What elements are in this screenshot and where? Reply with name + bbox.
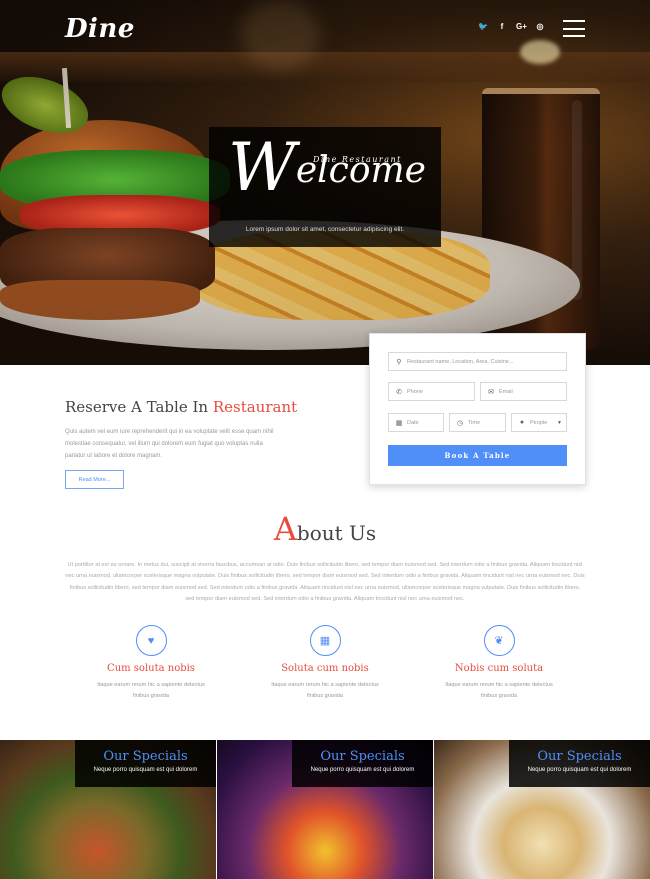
read-more-button[interactable]: Read More... <box>65 470 124 489</box>
about-heading-rest: bout Us <box>296 521 377 545</box>
phone-field[interactable]: ✆ Phone <box>388 382 475 401</box>
reserve-text: Quis autem vel eum iure reprehenderit qu… <box>65 429 274 459</box>
clock-icon: ◷ <box>456 419 464 427</box>
welcome-tagline: Lorem ipsum dolor sit amet, consectetur … <box>245 226 405 233</box>
social-links: 🐦 f G+ ◎ <box>478 22 545 31</box>
about-text: Ut porttitor at est eu ornare. In metus … <box>65 562 585 603</box>
welcome-subtitle: Dine Restaurant <box>313 155 402 164</box>
special-card[interactable]: Our Specials Neque porro quisquam est qu… <box>434 740 650 879</box>
facebook-icon[interactable]: f <box>497 22 507 31</box>
special-title: Our Specials <box>320 749 405 764</box>
special-card[interactable]: Our Specials Neque porro quisquam est qu… <box>217 740 433 879</box>
calendar-icon: ▦ <box>309 625 341 656</box>
email-field[interactable]: ✉ Email <box>480 382 567 401</box>
menu-line <box>563 35 585 37</box>
people-placeholder: People <box>530 419 548 426</box>
feature-text: Itaque earum rerum hic a sapiente delect… <box>271 682 379 699</box>
location-pin-icon: ⚲ <box>396 358 402 366</box>
booking-form: ⚲ Restaurant name, Location, Area, Cuisi… <box>369 333 586 485</box>
search-placeholder: Restaurant name, Location, Area, Cuisine… <box>407 358 514 365</box>
feature-text: Itaque earum rerum hic a sapiente delect… <box>445 682 553 699</box>
twitter-icon[interactable]: 🐦 <box>478 22 488 31</box>
reserve-heading-highlight: Restaurant <box>212 398 298 416</box>
reserve-heading: Reserve A Table In Restaurant <box>65 398 297 416</box>
special-text: Neque porro quisquam est qui dolorem <box>527 767 632 773</box>
phone-icon: ✆ <box>396 388 402 396</box>
menu-line <box>563 27 585 30</box>
calendar-icon: ▦ <box>395 419 403 427</box>
feature-item: ❦ Nobis cum soluta Itaque earum rerum hi… <box>424 625 574 702</box>
time-placeholder: Time <box>468 419 481 426</box>
about-heading-cap: A <box>273 510 297 548</box>
google-plus-icon[interactable]: G+ <box>516 22 527 31</box>
search-input[interactable]: ⚲ Restaurant name, Location, Area, Cuisi… <box>388 352 567 371</box>
dribbble-icon[interactable]: ◎ <box>535 22 545 31</box>
special-caption: Our Specials Neque porro quisquam est qu… <box>292 740 433 787</box>
feature-item: ♥ Cum soluta nobis Itaque earum rerum hi… <box>76 625 226 702</box>
feature-item: ▦ Soluta cum nobis Itaque earum rerum hi… <box>250 625 400 702</box>
people-select[interactable]: ● People ▼ <box>511 413 567 432</box>
about-heading: About Us <box>0 510 650 548</box>
menu-line <box>563 20 585 22</box>
special-text: Neque porro quisquam est qui dolorem <box>93 767 198 773</box>
envelope-icon: ✉ <box>488 388 494 396</box>
special-title: Our Specials <box>103 749 188 764</box>
feature-text: Itaque earum rerum hic a sapiente delect… <box>97 682 205 699</box>
feature-title: Soluta cum nobis <box>281 663 369 674</box>
feature-title: Cum soluta nobis <box>107 663 195 674</box>
special-title: Our Specials <box>537 749 622 764</box>
date-placeholder: Date <box>407 419 419 426</box>
welcome-title: Welcome <box>228 135 426 201</box>
special-caption: Our Specials Neque porro quisquam est qu… <box>509 740 650 787</box>
special-caption: Our Specials Neque porro quisquam est qu… <box>75 740 216 787</box>
welcome-title-cap: W <box>228 129 296 206</box>
special-card[interactable]: Our Specials Neque porro quisquam est qu… <box>0 740 216 879</box>
email-placeholder: Email <box>499 388 513 395</box>
date-field[interactable]: ▦ Date <box>388 413 444 432</box>
feature-title: Nobis cum soluta <box>454 663 544 674</box>
phone-placeholder: Phone <box>407 388 423 395</box>
leaf-icon: ❦ <box>483 625 515 656</box>
site-logo[interactable]: Dine <box>65 14 135 44</box>
hamburger-menu-icon[interactable] <box>563 20 585 37</box>
heart-icon: ♥ <box>135 625 167 656</box>
special-text: Neque porro quisquam est qui dolorem <box>310 767 415 773</box>
chevron-down-icon: ▼ <box>557 419 562 426</box>
time-field[interactable]: ◷ Time <box>449 413 506 432</box>
reserve-heading-plain: Reserve A Table In <box>65 398 213 416</box>
book-table-button[interactable]: Book A Table <box>388 445 567 466</box>
user-icon: ● <box>519 419 525 426</box>
